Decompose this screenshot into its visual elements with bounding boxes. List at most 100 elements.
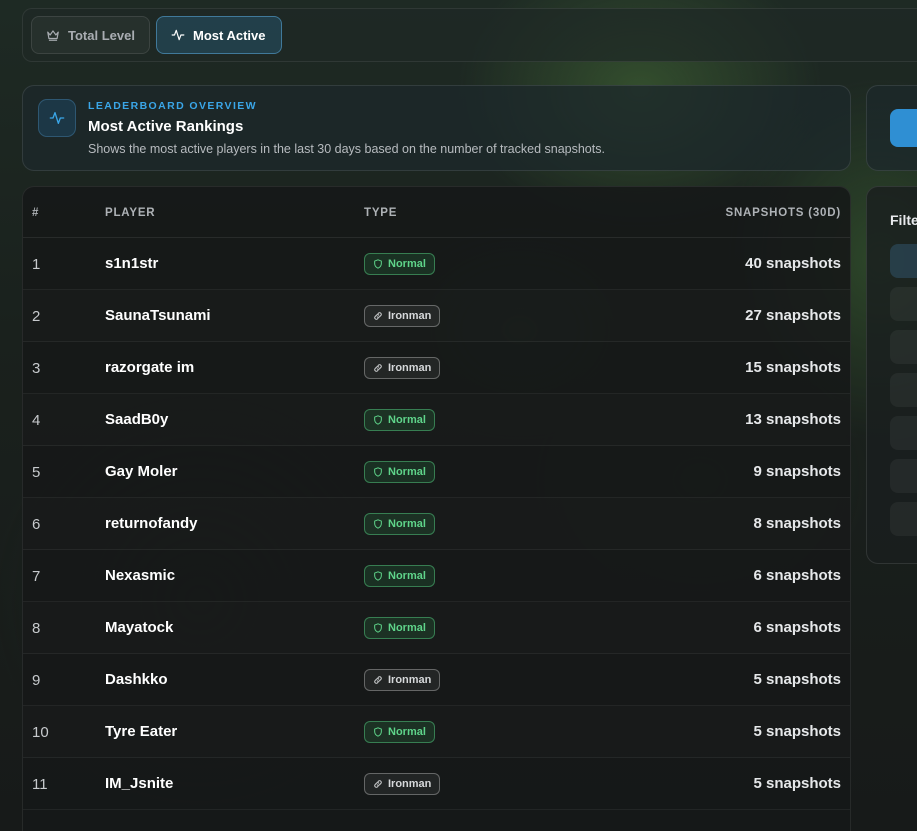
row-snapshots: 5 snapshots bbox=[753, 775, 841, 792]
filter-option[interactable] bbox=[890, 244, 917, 278]
overview-description: Shows the most active players in the las… bbox=[88, 142, 605, 156]
account-type-badge: Normal bbox=[364, 461, 435, 483]
column-header-type: TYPE bbox=[364, 207, 398, 219]
crown-icon bbox=[47, 30, 59, 41]
badge-label: Ironman bbox=[388, 674, 432, 686]
overview-title: Most Active Rankings bbox=[88, 118, 244, 135]
row-snapshots: 8 snapshots bbox=[753, 515, 841, 532]
row-rank: 6 bbox=[32, 516, 41, 533]
account-type-badge: Normal bbox=[364, 409, 435, 431]
row-player-name[interactable]: SaunaTsunami bbox=[105, 307, 211, 324]
filter-option[interactable] bbox=[890, 502, 917, 536]
row-player-name[interactable]: returnofandy bbox=[105, 515, 198, 532]
table-row[interactable]: 3 razorgate im Ironman 15 snapshots bbox=[23, 342, 850, 394]
account-type-badge: Normal bbox=[364, 513, 435, 535]
column-header-snapshots: SNAPSHOTS (30D) bbox=[725, 207, 841, 219]
badge-label: Normal bbox=[388, 622, 426, 634]
activity-icon bbox=[171, 29, 185, 41]
table-row[interactable]: 1 s1n1str Normal 40 snapshots bbox=[23, 238, 850, 290]
filter-option[interactable] bbox=[890, 330, 917, 364]
overview-kicker: LEADERBOARD OVERVIEW bbox=[88, 100, 257, 112]
filter-label: Filte bbox=[890, 212, 917, 228]
badge-label: Ironman bbox=[388, 778, 432, 790]
row-rank: 4 bbox=[32, 412, 41, 429]
table-row[interactable]: 2 SaunaTsunami Ironman 27 snapshots bbox=[23, 290, 850, 342]
filter-option[interactable] bbox=[890, 416, 917, 450]
row-player-name[interactable]: s1n1str bbox=[105, 255, 158, 272]
account-type-badge: Ironman bbox=[364, 357, 441, 379]
table-row[interactable]: 7 Nexasmic Normal 6 snapshots bbox=[23, 550, 850, 602]
chain-link-icon bbox=[374, 312, 382, 320]
row-player-name[interactable]: razorgate im bbox=[105, 359, 194, 376]
row-snapshots: 5 snapshots bbox=[753, 723, 841, 740]
table-row[interactable]: 9 Dashkko Ironman 5 snapshots bbox=[23, 654, 850, 706]
row-snapshots: 5 snapshots bbox=[753, 671, 841, 688]
column-header-player: PLAYER bbox=[105, 207, 156, 219]
table-row[interactable]: 6 returnofandy Normal 8 snapshots bbox=[23, 498, 850, 550]
filter-panel: Filte bbox=[866, 186, 917, 564]
table-row[interactable]: 5 Gay Moler Normal 9 snapshots bbox=[23, 446, 850, 498]
table-header: # PLAYER TYPE SNAPSHOTS (30D) bbox=[23, 187, 850, 238]
badge-label: Ironman bbox=[388, 310, 432, 322]
chain-link-icon bbox=[374, 364, 382, 372]
row-rank: 11 bbox=[32, 776, 48, 793]
filter-option[interactable] bbox=[890, 459, 917, 493]
account-type-badge: Normal bbox=[364, 565, 435, 587]
shield-icon bbox=[374, 415, 382, 425]
account-type-badge: Normal bbox=[364, 253, 435, 275]
row-player-name[interactable]: Dashkko bbox=[105, 671, 168, 688]
tab-most-active[interactable]: Most Active bbox=[156, 16, 282, 54]
badge-label: Normal bbox=[388, 570, 426, 582]
row-player-name[interactable]: Gay Moler bbox=[105, 463, 178, 480]
overview-icon-box bbox=[38, 99, 76, 137]
row-rank: 8 bbox=[32, 620, 41, 637]
row-player-name[interactable]: IM_Jsnite bbox=[105, 775, 173, 792]
filter-option[interactable] bbox=[890, 373, 917, 407]
tab-label: Total Level bbox=[68, 27, 135, 43]
row-snapshots: 40 snapshots bbox=[745, 255, 841, 272]
badge-label: Normal bbox=[388, 466, 426, 478]
leaderboard-tab-bar: Total Level Most Active bbox=[22, 8, 917, 62]
account-type-badge: Ironman bbox=[364, 669, 441, 691]
badge-label: Normal bbox=[388, 414, 426, 426]
row-player-name[interactable]: SaadB0y bbox=[105, 411, 168, 428]
shield-icon bbox=[374, 727, 382, 737]
row-rank: 3 bbox=[32, 360, 41, 377]
row-player-name[interactable]: Mayatock bbox=[105, 619, 173, 636]
row-rank: 5 bbox=[32, 464, 41, 481]
shield-icon bbox=[374, 571, 382, 581]
tab-total-level[interactable]: Total Level bbox=[31, 16, 150, 54]
table-row[interactable]: 4 SaadB0y Normal 13 snapshots bbox=[23, 394, 850, 446]
chain-link-icon bbox=[374, 676, 382, 684]
shield-icon bbox=[374, 467, 382, 477]
row-snapshots: 6 snapshots bbox=[753, 567, 841, 584]
chain-link-icon bbox=[374, 780, 382, 788]
shield-icon bbox=[374, 519, 382, 529]
row-snapshots: 27 snapshots bbox=[745, 307, 841, 324]
badge-label: Normal bbox=[388, 726, 426, 738]
activity-icon bbox=[49, 112, 65, 124]
row-rank: 10 bbox=[32, 724, 49, 741]
tab-label: Most Active bbox=[193, 27, 266, 43]
leaderboard-table: # PLAYER TYPE SNAPSHOTS (30D) 1 s1n1str No… bbox=[22, 186, 851, 831]
leaderboard-overview-card: LEADERBOARD OVERVIEW Most Active Ranking… bbox=[22, 85, 851, 171]
row-player-name[interactable]: Nexasmic bbox=[105, 567, 175, 584]
badge-label: Ironman bbox=[388, 362, 432, 374]
side-action-button[interactable] bbox=[890, 109, 917, 147]
account-type-badge: Normal bbox=[364, 721, 435, 743]
table-row[interactable]: 8 Mayatock Normal 6 snapshots bbox=[23, 602, 850, 654]
table-row[interactable]: 11 IM_Jsnite Ironman 5 snapshots bbox=[23, 758, 850, 810]
account-type-badge: Ironman bbox=[364, 773, 441, 795]
row-player-name[interactable]: Tyre Eater bbox=[105, 723, 177, 740]
row-rank: 2 bbox=[32, 308, 41, 325]
side-action-panel bbox=[866, 85, 917, 171]
row-snapshots: 6 snapshots bbox=[753, 619, 841, 636]
shield-icon bbox=[374, 259, 382, 269]
table-row[interactable]: 10 Tyre Eater Normal 5 snapshots bbox=[23, 706, 850, 758]
row-snapshots: 15 snapshots bbox=[745, 359, 841, 376]
shield-icon bbox=[374, 623, 382, 633]
filter-option[interactable] bbox=[890, 287, 917, 321]
row-snapshots: 13 snapshots bbox=[745, 411, 841, 428]
row-snapshots: 9 snapshots bbox=[753, 463, 841, 480]
column-header-rank: # bbox=[32, 207, 40, 219]
